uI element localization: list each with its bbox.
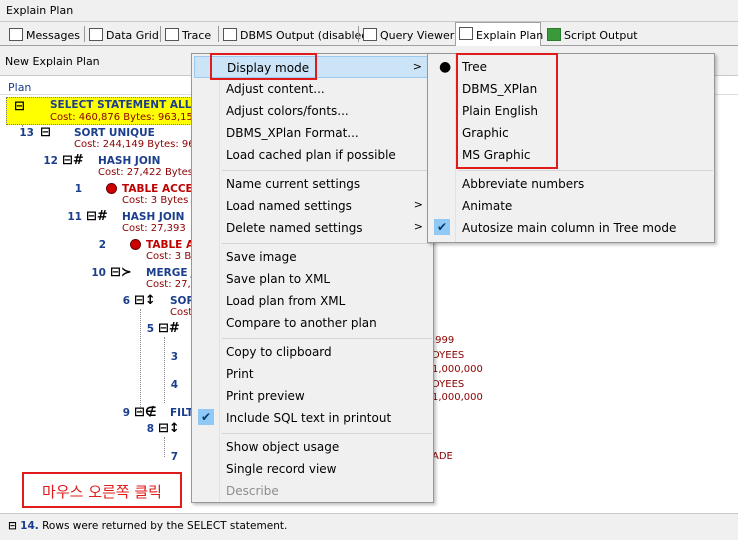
menu-item-include-sql-text[interactable]: ✔ Include SQL text in printout — [194, 407, 431, 429]
status-bar: ⊟ 14. Rows were returned by the SELECT s… — [0, 513, 738, 540]
filter-icon: ⊟∉ — [134, 405, 157, 420]
tab-bar: Messages Data Grid Trace DBMS Output (di… — [0, 22, 738, 47]
menu-item-dbms-xplan-format[interactable]: DBMS_XPlan Format... — [194, 122, 431, 144]
plan-value: 1,000,000 — [432, 392, 483, 403]
plan-cost: Cost: 3 B — [146, 251, 192, 262]
tab-messages[interactable]: Messages — [6, 24, 85, 46]
plan-value: 1,000,000 — [432, 364, 483, 375]
annotation-label: 마우스 오른쪽 클릭 — [22, 472, 182, 508]
menu-item-save-image[interactable]: Save image — [194, 246, 431, 268]
messages-icon — [9, 28, 23, 41]
plan-cost: Cost: 244,149 Bytes: 96 — [74, 139, 195, 150]
grid-icon — [89, 28, 103, 41]
trace-icon — [165, 28, 179, 41]
hash-join-icon: ⊟# — [62, 153, 84, 168]
query-viewer-icon — [363, 28, 377, 41]
plan-op: SELECT STATEMENT ALL_R — [50, 99, 205, 111]
hash-join-icon: ⊟# — [86, 209, 108, 224]
plan-cost: Cost — [170, 307, 193, 318]
plan-id: 1 — [74, 183, 82, 195]
menu-item-print-preview[interactable]: Print preview — [194, 385, 431, 407]
plan-cost: Cost: 460,876 Bytes: 963,15 — [50, 112, 193, 123]
menu-item-copy-clipboard[interactable]: Copy to clipboard — [194, 341, 431, 363]
plan-id: 2 — [98, 239, 106, 251]
menu-item-show-object-usage[interactable]: Show object usage — [194, 436, 431, 458]
merge-join-icon: ⊟≻ — [110, 265, 132, 280]
dbms-output-icon — [223, 28, 237, 41]
radio-dot-icon: ● — [439, 59, 452, 75]
plan-op: FILT — [170, 407, 194, 419]
sort-icon: ⊟↕ — [158, 421, 180, 436]
plan-id: 5 — [146, 323, 154, 335]
tab-data-grid[interactable]: Data Grid — [86, 24, 161, 46]
tab-explain-plan[interactable]: Explain Plan — [455, 22, 543, 47]
hash-join-icon: ⊟# — [158, 321, 180, 336]
tab-script-output[interactable]: Script Output — [544, 24, 638, 46]
plan-op: HASH JOIN — [98, 155, 161, 167]
menu-item-compare-plan[interactable]: Compare to another plan — [194, 312, 431, 334]
plan-cost: Cost: 27,393 — [122, 223, 186, 234]
plan-id: 12 — [43, 155, 58, 167]
collapse-icon[interactable]: ⊟ — [40, 125, 51, 140]
highlight-box — [456, 53, 558, 169]
tab-dbms-output[interactable]: DBMS Output (disabled) — [220, 24, 373, 46]
submenu-item-autosize-main-column[interactable]: ✔ Autosize main column in Tree mode — [430, 217, 712, 239]
plan-cost: Cost: 3 Bytes — [122, 195, 189, 206]
checkmark-icon: ✔ — [198, 409, 214, 425]
status-icon: ⊟ — [8, 520, 17, 532]
chevron-right-icon: > — [413, 198, 423, 211]
plan-op: TABLE A — [146, 239, 195, 251]
plan-id: 6 — [122, 295, 130, 307]
table-access-icon — [106, 183, 117, 194]
plan-op: MERGE J — [146, 267, 196, 279]
window-title: Explain Plan — [0, 0, 738, 22]
plan-cost: Cost: 27, — [146, 279, 191, 290]
plan-value: DYEES — [432, 379, 465, 390]
highlight-box — [210, 53, 317, 80]
plan-cost: Cost: 27,422 Bytes: 9 — [98, 167, 206, 178]
plan-value: DYEES — [432, 350, 465, 361]
plan-id: 3 — [170, 351, 178, 363]
plan-id: 11 — [67, 211, 82, 223]
submenu-item-animate[interactable]: Animate — [430, 195, 712, 217]
plan-op: TABLE ACCES — [122, 183, 201, 195]
plan-id: 10 — [91, 267, 106, 279]
menu-item-load-named-settings[interactable]: Load named settings > — [194, 195, 431, 217]
sort-icon: ⊟↕ — [134, 293, 156, 308]
menu-item-print[interactable]: Print — [194, 363, 431, 385]
menu-item-delete-named-settings[interactable]: Delete named settings > — [194, 217, 431, 239]
status-text: Rows were returned by the SELECT stateme… — [42, 520, 288, 532]
menu-item-adjust-content[interactable]: Adjust content... — [194, 78, 431, 100]
submenu-item-abbreviate-numbers[interactable]: Abbreviate numbers — [430, 173, 712, 195]
plan-id: 8 — [146, 423, 154, 435]
plan-id: 9 — [122, 407, 130, 419]
plan-id: 13 — [19, 127, 34, 139]
chevron-right-icon: > — [413, 220, 423, 233]
chevron-right-icon: > — [412, 60, 422, 73]
menu-item-save-plan-xml[interactable]: Save plan to XML — [194, 268, 431, 290]
plan-value: ADE — [432, 451, 453, 462]
menu-item-load-cached-plan[interactable]: Load cached plan if possible — [194, 144, 431, 166]
plan-op: SORT UNIQUE — [74, 127, 155, 139]
menu-item-name-current-settings[interactable]: Name current settings — [194, 173, 431, 195]
explain-plan-icon — [459, 27, 473, 40]
menu-item-adjust-colors[interactable]: Adjust colors/fonts... — [194, 100, 431, 122]
tab-query-viewer[interactable]: Query Viewer — [360, 24, 454, 46]
menu-item-single-record-view[interactable]: Single record view — [194, 458, 431, 480]
plan-id: 7 — [170, 451, 178, 463]
plan-value: ,999 — [432, 335, 455, 346]
tab-trace[interactable]: Trace — [162, 24, 219, 46]
context-menu: Display mode > Adjust content... Adjust c… — [191, 53, 434, 503]
status-count: 14. — [20, 520, 39, 532]
select-statement-icon: ⊟ — [14, 99, 25, 114]
script-output-icon — [547, 28, 561, 41]
menu-item-load-plan-xml[interactable]: Load plan from XML — [194, 290, 431, 312]
plan-op: HASH JOIN — [122, 211, 185, 223]
checkmark-icon: ✔ — [434, 219, 450, 235]
plan-id: 4 — [170, 379, 178, 391]
table-access-icon — [130, 239, 141, 250]
menu-item-describe: Describe — [226, 484, 279, 498]
